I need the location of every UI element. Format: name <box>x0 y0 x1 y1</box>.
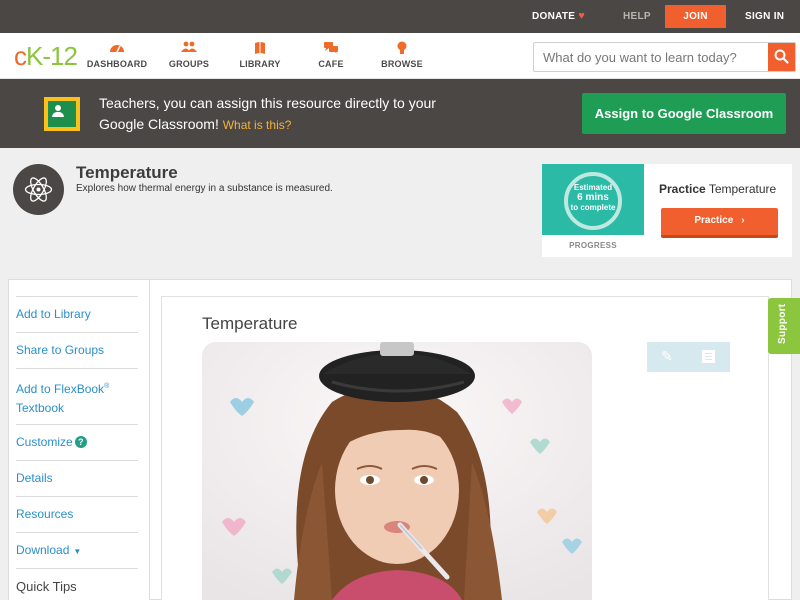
support-label: Support <box>777 303 788 344</box>
customize-label: Customize <box>16 435 73 449</box>
add-to-flexbook-line2: Textbook <box>16 401 65 415</box>
search-input[interactable] <box>534 43 770 71</box>
groups-icon <box>154 41 224 55</box>
sidebar-item-quick-tips[interactable]: Quick Tips <box>16 568 138 600</box>
cafe-icon <box>296 41 366 55</box>
sidebar: Add to Library Share to Groups Add to Fl… <box>9 280 150 600</box>
concept-description: Explores how thermal energy in a substan… <box>76 183 333 194</box>
search-button[interactable] <box>768 43 795 71</box>
practice-title-topic: Temperature <box>708 182 777 196</box>
nav-dashboard-label: DASHBOARD <box>86 59 148 69</box>
sidebar-item-download[interactable]: Download ▼ <box>16 532 138 568</box>
join-button[interactable]: JOIN <box>665 5 726 28</box>
sidebar-item-add-to-library[interactable]: Add to Library <box>16 296 138 332</box>
nav-browse-label: BROWSE <box>381 59 423 69</box>
sidebar-item-add-to-flexbook[interactable]: Add to FlexBook® Textbook <box>16 368 138 424</box>
logo-n: -12 <box>42 41 78 71</box>
donate-label: DONATE <box>532 11 576 22</box>
caret-down-icon: ▼ <box>73 547 82 556</box>
sidebar-item-details[interactable]: Details <box>16 460 138 496</box>
to-complete-label: to complete <box>570 203 616 212</box>
help-icon[interactable]: ? <box>74 436 87 448</box>
logo-k: K <box>26 41 43 71</box>
annotation-toolbar: ✎ <box>647 342 730 372</box>
nav-library-label: LIBRARY <box>239 59 281 69</box>
practice-title: Practice Temperature <box>659 182 776 196</box>
ck12-logo[interactable]: cK-12 <box>14 41 78 71</box>
notes-icon[interactable] <box>702 350 715 363</box>
nav-groups-label: GROUPS <box>168 59 210 69</box>
top-bar: DONATE ♥ HELP JOIN SIGN IN <box>0 0 800 33</box>
help-link[interactable]: HELP <box>623 0 651 33</box>
library-icon <box>225 41 295 55</box>
nav-dashboard[interactable]: DASHBOARD <box>82 41 152 69</box>
add-to-flexbook-label: Add to FlexBook <box>16 382 105 396</box>
estimated-mins: 6 mins <box>577 192 609 203</box>
pencil-icon[interactable]: ✎ <box>661 348 673 365</box>
download-label: Download <box>16 543 70 557</box>
assign-google-classroom-button[interactable]: Assign to Google Classroom <box>582 93 786 134</box>
practice-title-bold: Practice <box>659 182 706 196</box>
support-tab[interactable]: Support <box>768 298 800 354</box>
search-box <box>533 42 796 72</box>
browse-icon <box>367 41 437 55</box>
banner-text: Teachers, you can assign this resource d… <box>99 93 459 136</box>
nav-browse[interactable]: BROWSE <box>367 41 437 69</box>
google-classroom-icon <box>44 97 80 131</box>
practice-button-label: Practice <box>694 215 734 226</box>
nav-library[interactable]: LIBRARY <box>225 41 295 69</box>
practice-button[interactable]: Practice › <box>661 208 778 238</box>
what-is-this-link[interactable]: What is this? <box>223 118 292 132</box>
progress-label: PROGRESS <box>569 241 617 250</box>
nav-groups[interactable]: GROUPS <box>154 41 224 69</box>
practice-card: Estimated 6 mins to complete PROGRESS Prac… <box>542 164 792 257</box>
registered-mark: ® <box>104 383 110 390</box>
practice-estimate-badge: Estimated 6 mins to complete <box>542 164 644 235</box>
estimated-label: Estimated <box>573 183 613 192</box>
dashboard-icon <box>82 41 152 55</box>
sidebar-item-resources[interactable]: Resources <box>16 496 138 532</box>
sidebar-item-customize[interactable]: Customize? <box>16 424 138 460</box>
search-icon <box>774 49 789 64</box>
content-title: Temperature <box>202 314 298 333</box>
nav-cafe[interactable]: CAFE <box>296 41 366 69</box>
sign-in-link[interactable]: SIGN IN <box>745 0 784 33</box>
temperature-photo <box>202 342 592 600</box>
nav-cafe-label: CAFE <box>318 59 344 69</box>
main-nav: cK-12 DASHBOARD GROUPS LIBRARY CAFE BROW… <box>0 33 800 79</box>
heart-icon: ♥ <box>578 10 586 22</box>
concept-title: Temperature <box>76 163 178 182</box>
logo-c: c <box>14 41 27 71</box>
donate-link[interactable]: DONATE ♥ <box>532 0 585 33</box>
atom-icon <box>13 164 64 215</box>
sidebar-item-share-to-groups[interactable]: Share to Groups <box>16 332 138 368</box>
chevron-right-icon: › <box>741 215 745 226</box>
